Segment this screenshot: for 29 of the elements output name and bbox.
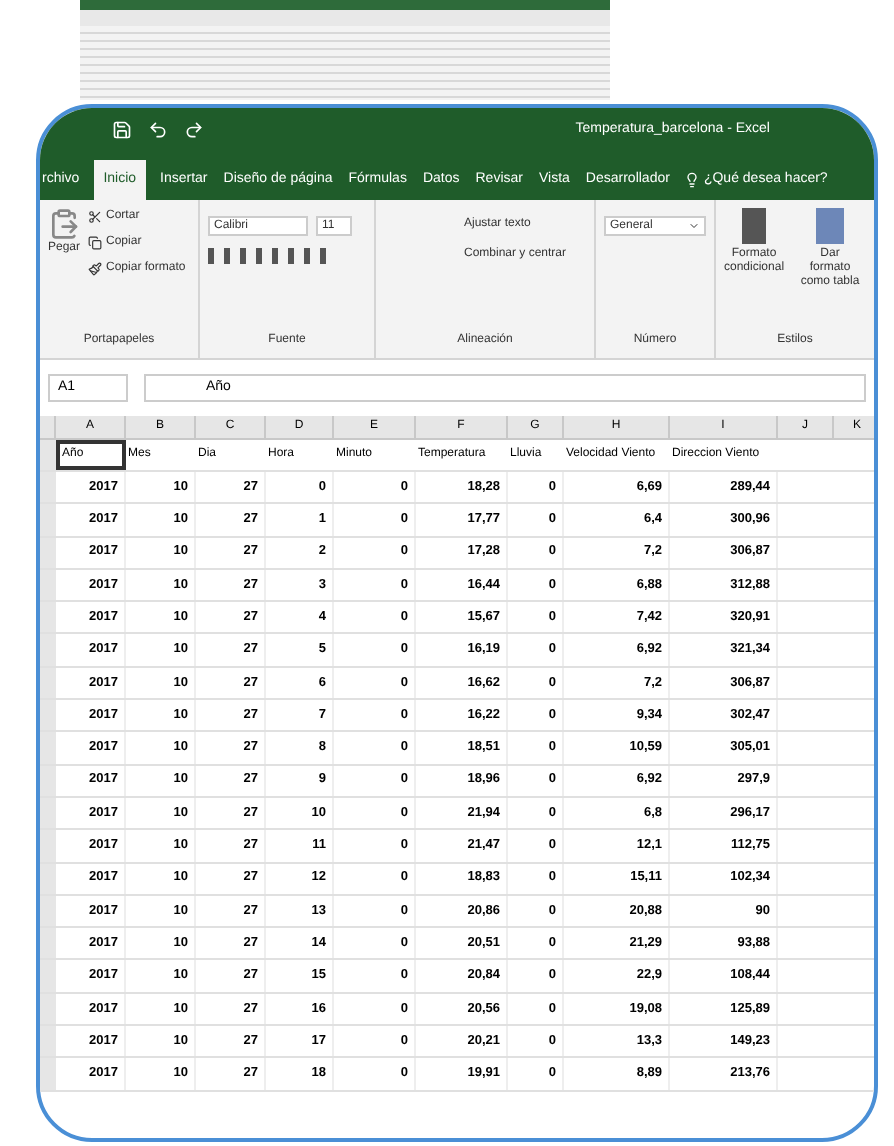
row-header[interactable] bbox=[40, 960, 56, 992]
row-header[interactable] bbox=[40, 1058, 56, 1090]
row-header[interactable] bbox=[40, 569, 56, 601]
redo-icon[interactable] bbox=[184, 120, 204, 140]
row-header[interactable] bbox=[40, 634, 56, 666]
row-header[interactable] bbox=[40, 797, 56, 829]
lightbulb-icon bbox=[683, 172, 700, 188]
undo-icon[interactable] bbox=[148, 120, 168, 140]
row-header[interactable] bbox=[40, 472, 56, 503]
row-header[interactable] bbox=[40, 700, 56, 731]
row-header[interactable] bbox=[40, 830, 56, 862]
row-header[interactable] bbox=[40, 895, 56, 927]
row-header[interactable] bbox=[40, 537, 56, 568]
row-header[interactable] bbox=[40, 667, 56, 699]
row-header[interactable] bbox=[40, 993, 56, 1025]
row-header[interactable] bbox=[40, 732, 56, 764]
save-icon[interactable] bbox=[112, 120, 132, 140]
row-header[interactable] bbox=[40, 602, 56, 633]
row-header[interactable] bbox=[40, 1026, 56, 1057]
scissors-icon bbox=[88, 210, 103, 224]
row-header[interactable] bbox=[40, 440, 56, 470]
row-header[interactable] bbox=[40, 504, 56, 536]
row-header[interactable] bbox=[40, 863, 56, 894]
row-header[interactable] bbox=[40, 765, 56, 796]
paintbrush-icon bbox=[88, 262, 103, 276]
row-header[interactable] bbox=[40, 928, 56, 959]
copy-icon bbox=[88, 236, 103, 250]
clipboard-icon bbox=[48, 208, 80, 240]
dropdown-icon bbox=[688, 220, 700, 232]
